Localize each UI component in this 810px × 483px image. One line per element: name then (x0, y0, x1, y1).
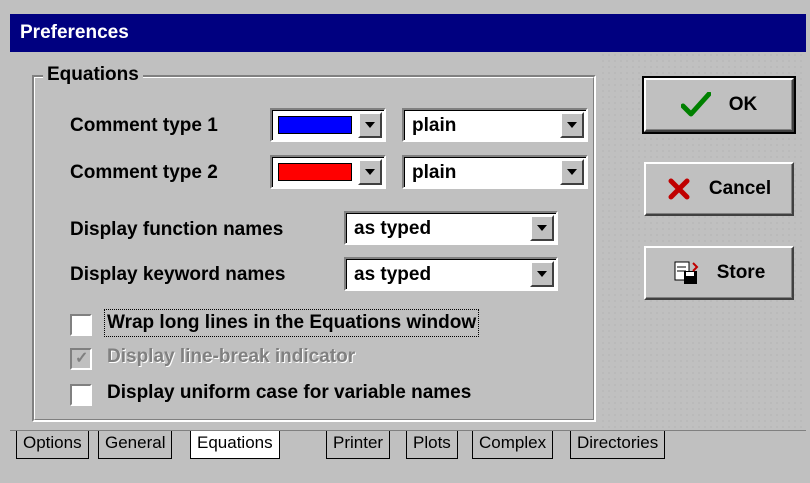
ok-button[interactable]: OK (642, 76, 796, 134)
chevron-down-icon (365, 169, 375, 175)
function-names-label: Display function names (70, 219, 284, 240)
comment-type-2-color-combo[interactable] (270, 155, 386, 189)
ok-label: OK (728, 94, 758, 115)
chevron-down-icon (567, 122, 577, 128)
tab-strip: Options General Equations Printer Plots … (10, 430, 806, 483)
function-names-combo[interactable]: as typed (344, 211, 558, 245)
comment-type-1-label: Comment type 1 (70, 115, 218, 136)
wrap-lines-label[interactable]: Wrap long lines in the Equations window (103, 309, 480, 337)
comment-type-1-style-dropdown-button[interactable] (560, 112, 584, 138)
line-break-indicator-label: Display line-break indicator (107, 346, 356, 367)
tab-plots[interactable]: Plots (406, 431, 458, 459)
comment-type-1-color-dropdown-button[interactable] (358, 112, 382, 138)
store-button[interactable]: Store (644, 246, 794, 300)
tab-options[interactable]: Options (16, 431, 89, 459)
keyword-names-combo[interactable]: as typed (344, 257, 558, 291)
comment-type-2-style-dropdown-button[interactable] (560, 159, 584, 185)
keyword-names-value: as typed (354, 264, 432, 285)
tab-directories[interactable]: Directories (570, 431, 666, 459)
comment-type-2-label: Comment type 2 (70, 162, 218, 183)
x-icon (668, 178, 690, 200)
save-store-icon (674, 261, 699, 284)
comment-type-2-style-value: plain (412, 162, 457, 183)
window-title: Preferences (10, 14, 806, 52)
uniform-case-checkbox[interactable] (70, 384, 92, 406)
checkmark-icon (680, 92, 711, 117)
comment-type-1-style-value: plain (412, 115, 457, 136)
chevron-down-icon (365, 122, 375, 128)
checkmark-icon: ✓ (75, 350, 89, 367)
tab-equations[interactable]: Equations (190, 431, 280, 459)
wrap-lines-checkbox[interactable] (70, 314, 92, 336)
store-label: Store (716, 262, 766, 283)
function-names-dropdown-button[interactable] (530, 215, 554, 241)
preferences-window: Preferences Equations Comment type 1 pla… (0, 0, 810, 483)
color-swatch-red (278, 163, 352, 181)
cancel-label: Cancel (708, 178, 772, 199)
groupbox-title: Equations (43, 64, 143, 86)
uniform-case-label[interactable]: Display uniform case for variable names (107, 382, 471, 404)
line-break-indicator-checkbox[interactable]: ✓ (70, 348, 92, 370)
chevron-down-icon (537, 271, 547, 277)
tab-complex[interactable]: Complex (472, 431, 554, 459)
tab-printer[interactable]: Printer (326, 431, 391, 459)
comment-type-2-color-dropdown-button[interactable] (358, 159, 382, 185)
chevron-down-icon (537, 225, 547, 231)
keyword-names-dropdown-button[interactable] (530, 261, 554, 287)
chevron-down-icon (567, 169, 577, 175)
tab-general[interactable]: General (98, 431, 173, 459)
comment-type-2-style-combo[interactable]: plain (402, 155, 588, 189)
function-names-value: as typed (354, 218, 432, 239)
comment-type-1-color-combo[interactable] (270, 108, 386, 142)
keyword-names-label: Display keyword names (70, 264, 286, 285)
comment-type-1-style-combo[interactable]: plain (402, 108, 588, 142)
cancel-button[interactable]: Cancel (644, 162, 794, 216)
color-swatch-blue (278, 116, 352, 134)
